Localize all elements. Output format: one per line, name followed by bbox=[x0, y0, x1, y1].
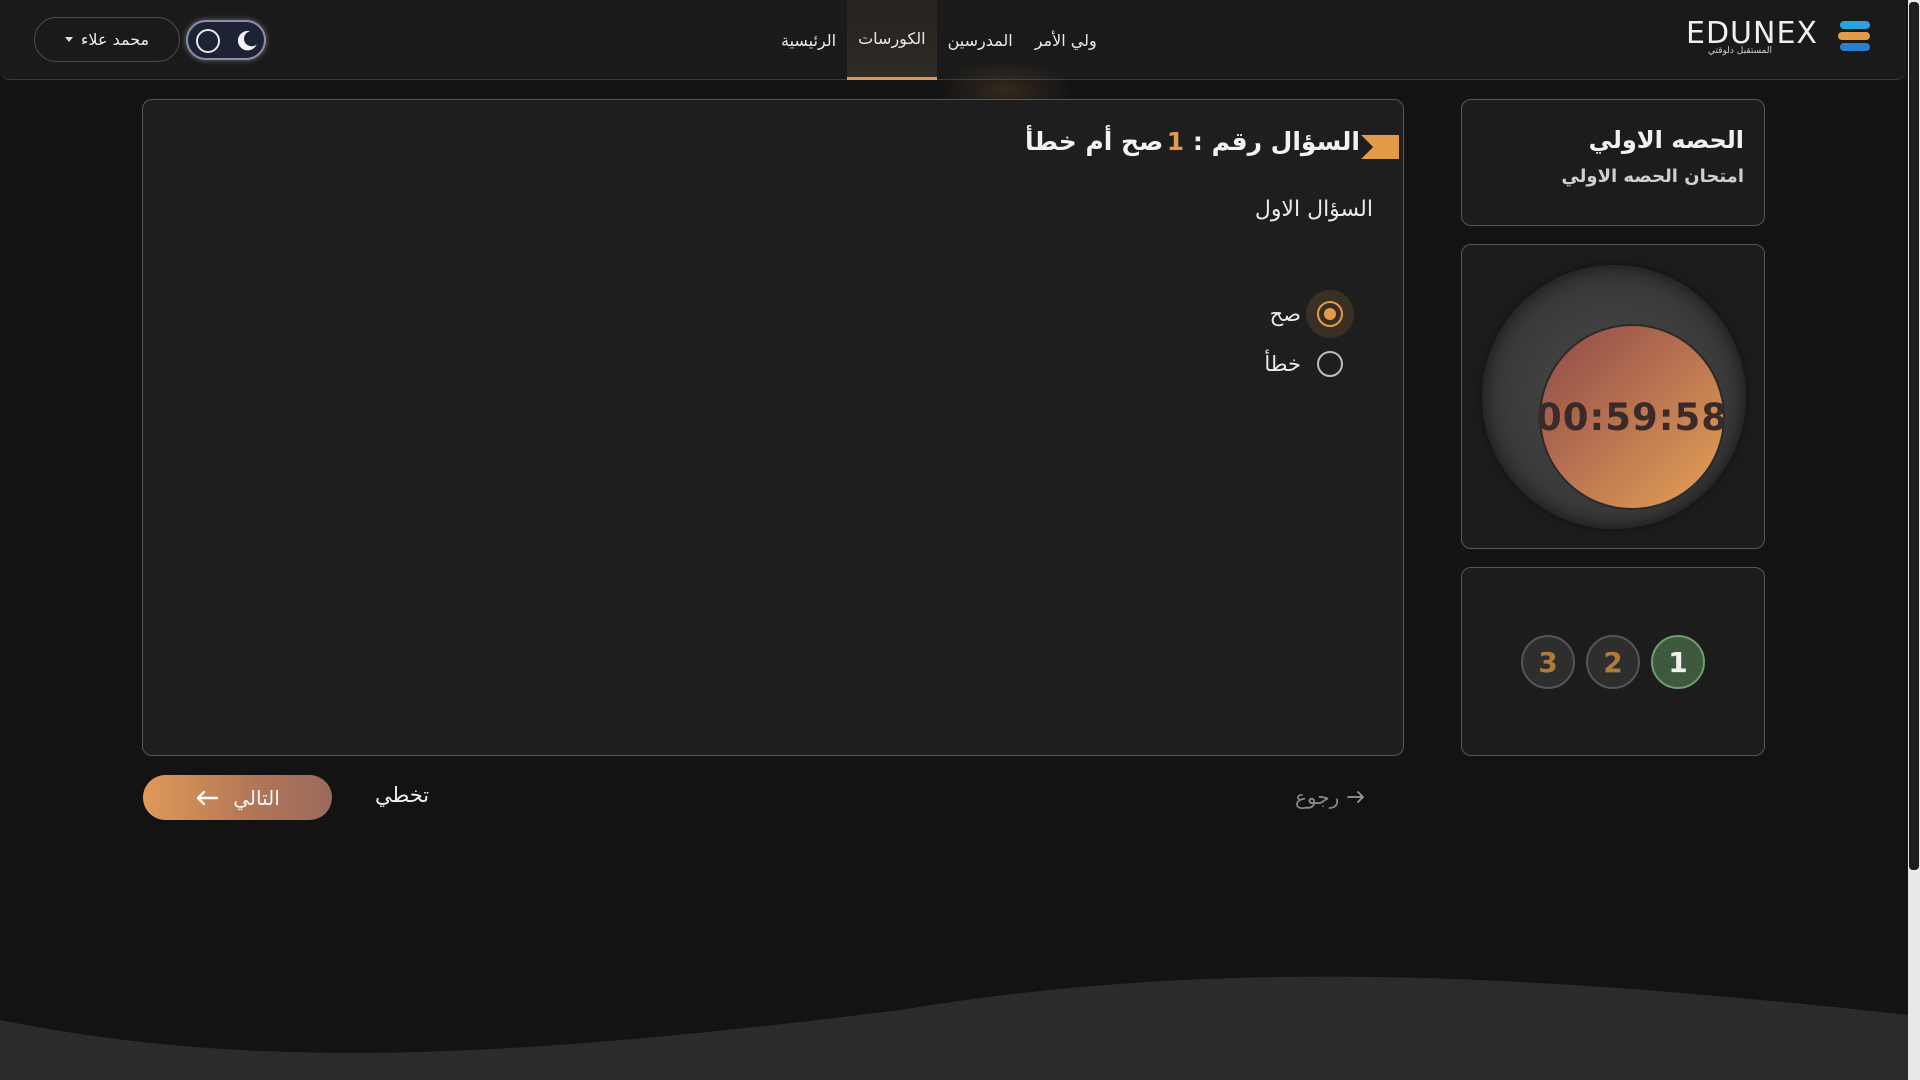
logo[interactable]: EDUNEX المستقبل دلوقتي bbox=[1686, 16, 1872, 60]
exam-title: امتحان الحصه الاولي bbox=[1561, 166, 1744, 187]
chevron-down-icon bbox=[64, 37, 73, 42]
toggle-knob bbox=[196, 29, 220, 53]
top-navbar: محمد علاء الرئيسية الكورسات المدرسين ولي… bbox=[0, 0, 1906, 80]
timer-dial: 00:59:58 bbox=[1482, 265, 1746, 529]
nav-home[interactable]: الرئيسية bbox=[770, 0, 847, 80]
radio-false[interactable] bbox=[1317, 351, 1343, 377]
question-nav-3[interactable]: 3 bbox=[1521, 635, 1575, 689]
question-nav-1[interactable]: 1 bbox=[1651, 635, 1705, 689]
radio-dot bbox=[1324, 308, 1336, 320]
main-nav: الرئيسية الكورسات المدرسين ولي الأمر bbox=[770, 0, 1108, 80]
option-false[interactable]: خطأ bbox=[1264, 349, 1345, 379]
timer-card: 00:59:58 bbox=[1461, 244, 1765, 549]
back-button[interactable]: رجوع bbox=[1295, 785, 1365, 809]
radio-halo bbox=[1306, 340, 1354, 388]
question-card: السؤال رقم : 1 صح أم خطأ السؤال الاول صح… bbox=[142, 99, 1404, 756]
question-number-label: السؤال رقم : bbox=[1192, 127, 1360, 156]
question-number-list: 3 2 1 bbox=[1462, 635, 1764, 689]
next-button[interactable]: التالي bbox=[143, 775, 332, 820]
logo-mark-icon bbox=[1838, 21, 1870, 51]
option-true[interactable]: صح bbox=[1269, 290, 1354, 338]
lesson-title: الحصه الاولي bbox=[1588, 126, 1744, 154]
question-text: السؤال الاول bbox=[1254, 197, 1373, 222]
next-label: التالي bbox=[233, 785, 280, 810]
nav-courses[interactable]: الكورسات bbox=[847, 0, 937, 80]
logo-tagline: المستقبل دلوقتي bbox=[1708, 46, 1773, 56]
option-label: خطأ bbox=[1264, 352, 1301, 376]
radio-halo bbox=[1306, 290, 1354, 338]
timer-countdown: 00:59:58 bbox=[1535, 395, 1729, 439]
question-nav-2[interactable]: 2 bbox=[1586, 635, 1640, 689]
question-number: 1 bbox=[1166, 127, 1185, 156]
question-number-heading: السؤال رقم : 1 bbox=[1167, 127, 1360, 156]
user-name: محمد علاء bbox=[80, 30, 150, 49]
nav-teachers[interactable]: المدرسين bbox=[937, 0, 1024, 80]
footer-wave bbox=[0, 976, 1908, 1080]
user-menu-button[interactable]: محمد علاء bbox=[34, 17, 180, 62]
scrollbar-thumb[interactable] bbox=[1909, 2, 1919, 870]
back-label: رجوع bbox=[1295, 785, 1340, 809]
flag-icon bbox=[1361, 135, 1399, 159]
moon-icon bbox=[237, 30, 257, 51]
option-label: صح bbox=[1269, 302, 1301, 326]
radio-true[interactable] bbox=[1317, 301, 1343, 327]
arrow-left-icon bbox=[197, 790, 219, 805]
arrow-right-icon bbox=[1347, 791, 1365, 803]
nav-parent[interactable]: ولي الأمر bbox=[1024, 0, 1108, 80]
lesson-info-card: الحصه الاولي امتحان الحصه الاولي bbox=[1461, 99, 1765, 226]
question-navigator: 3 2 1 bbox=[1461, 567, 1765, 756]
exam-page: محمد علاء الرئيسية الكورسات المدرسين ولي… bbox=[0, 0, 1920, 1080]
theme-toggle[interactable] bbox=[186, 20, 266, 60]
skip-button[interactable]: تخطي bbox=[375, 783, 429, 807]
timer-face: 00:59:58 bbox=[1535, 324, 1729, 510]
question-type: صح أم خطأ bbox=[1025, 127, 1164, 156]
